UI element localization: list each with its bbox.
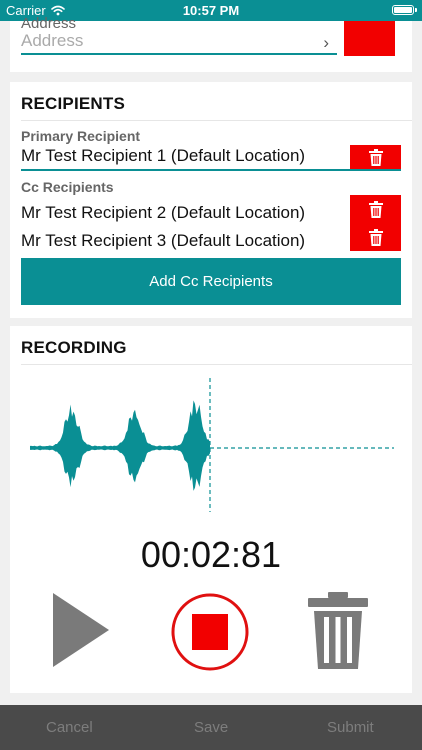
- play-icon: [53, 593, 109, 667]
- delete-primary-recipient-button[interactable]: [350, 145, 401, 169]
- cc-recipient-name[interactable]: Mr Test Recipient 3 (Default Location): [21, 231, 305, 251]
- recording-divider: [21, 364, 412, 365]
- primary-recipient-label: Primary Recipient: [21, 128, 141, 144]
- recipients-card: RECIPIENTS Primary Recipient Mr Test Rec…: [10, 82, 412, 318]
- audio-waveform: [30, 378, 394, 512]
- submit-button[interactable]: Submit: [327, 719, 374, 736]
- recipients-divider: [21, 120, 412, 121]
- address-input[interactable]: Address ›: [21, 31, 337, 55]
- trash-icon: [368, 148, 383, 166]
- recording-timer: 00:02:81: [140, 534, 282, 575]
- recording-card: RECORDING 00:02:81: [10, 326, 412, 693]
- primary-recipient-underline: [21, 169, 401, 171]
- trash-icon: [308, 592, 368, 669]
- address-placeholder: Address: [21, 31, 84, 50]
- stop-icon: [192, 614, 228, 650]
- save-button[interactable]: Save: [194, 719, 228, 736]
- cc-recipient-name[interactable]: Mr Test Recipient 2 (Default Location): [21, 203, 305, 223]
- chevron-right-icon: ›: [323, 33, 329, 52]
- add-cc-recipients-button[interactable]: Add Cc Recipients: [21, 258, 401, 305]
- recipients-title: RECIPIENTS: [21, 94, 126, 113]
- cc-recipients-label: Cc Recipients: [21, 179, 114, 195]
- address-action-button[interactable]: [344, 21, 395, 56]
- primary-recipient-name[interactable]: Mr Test Recipient 1 (Default Location): [21, 146, 305, 166]
- address-card: Address Address ›: [10, 15, 412, 72]
- trash-icon: [368, 228, 383, 246]
- bottom-toolbar: Cancel Save Submit: [0, 705, 422, 750]
- delete-recording-button[interactable]: [306, 591, 370, 670]
- stop-button[interactable]: [170, 592, 250, 672]
- delete-cc-recipient-button[interactable]: [350, 223, 401, 251]
- trash-icon: [368, 200, 383, 218]
- cancel-button[interactable]: Cancel: [46, 719, 93, 736]
- recording-title: RECORDING: [21, 338, 127, 357]
- battery-icon: [392, 5, 417, 15]
- address-label: Address: [21, 15, 77, 32]
- delete-cc-recipient-button[interactable]: [350, 195, 401, 223]
- waveform-path: [30, 400, 210, 491]
- play-button[interactable]: [52, 591, 110, 669]
